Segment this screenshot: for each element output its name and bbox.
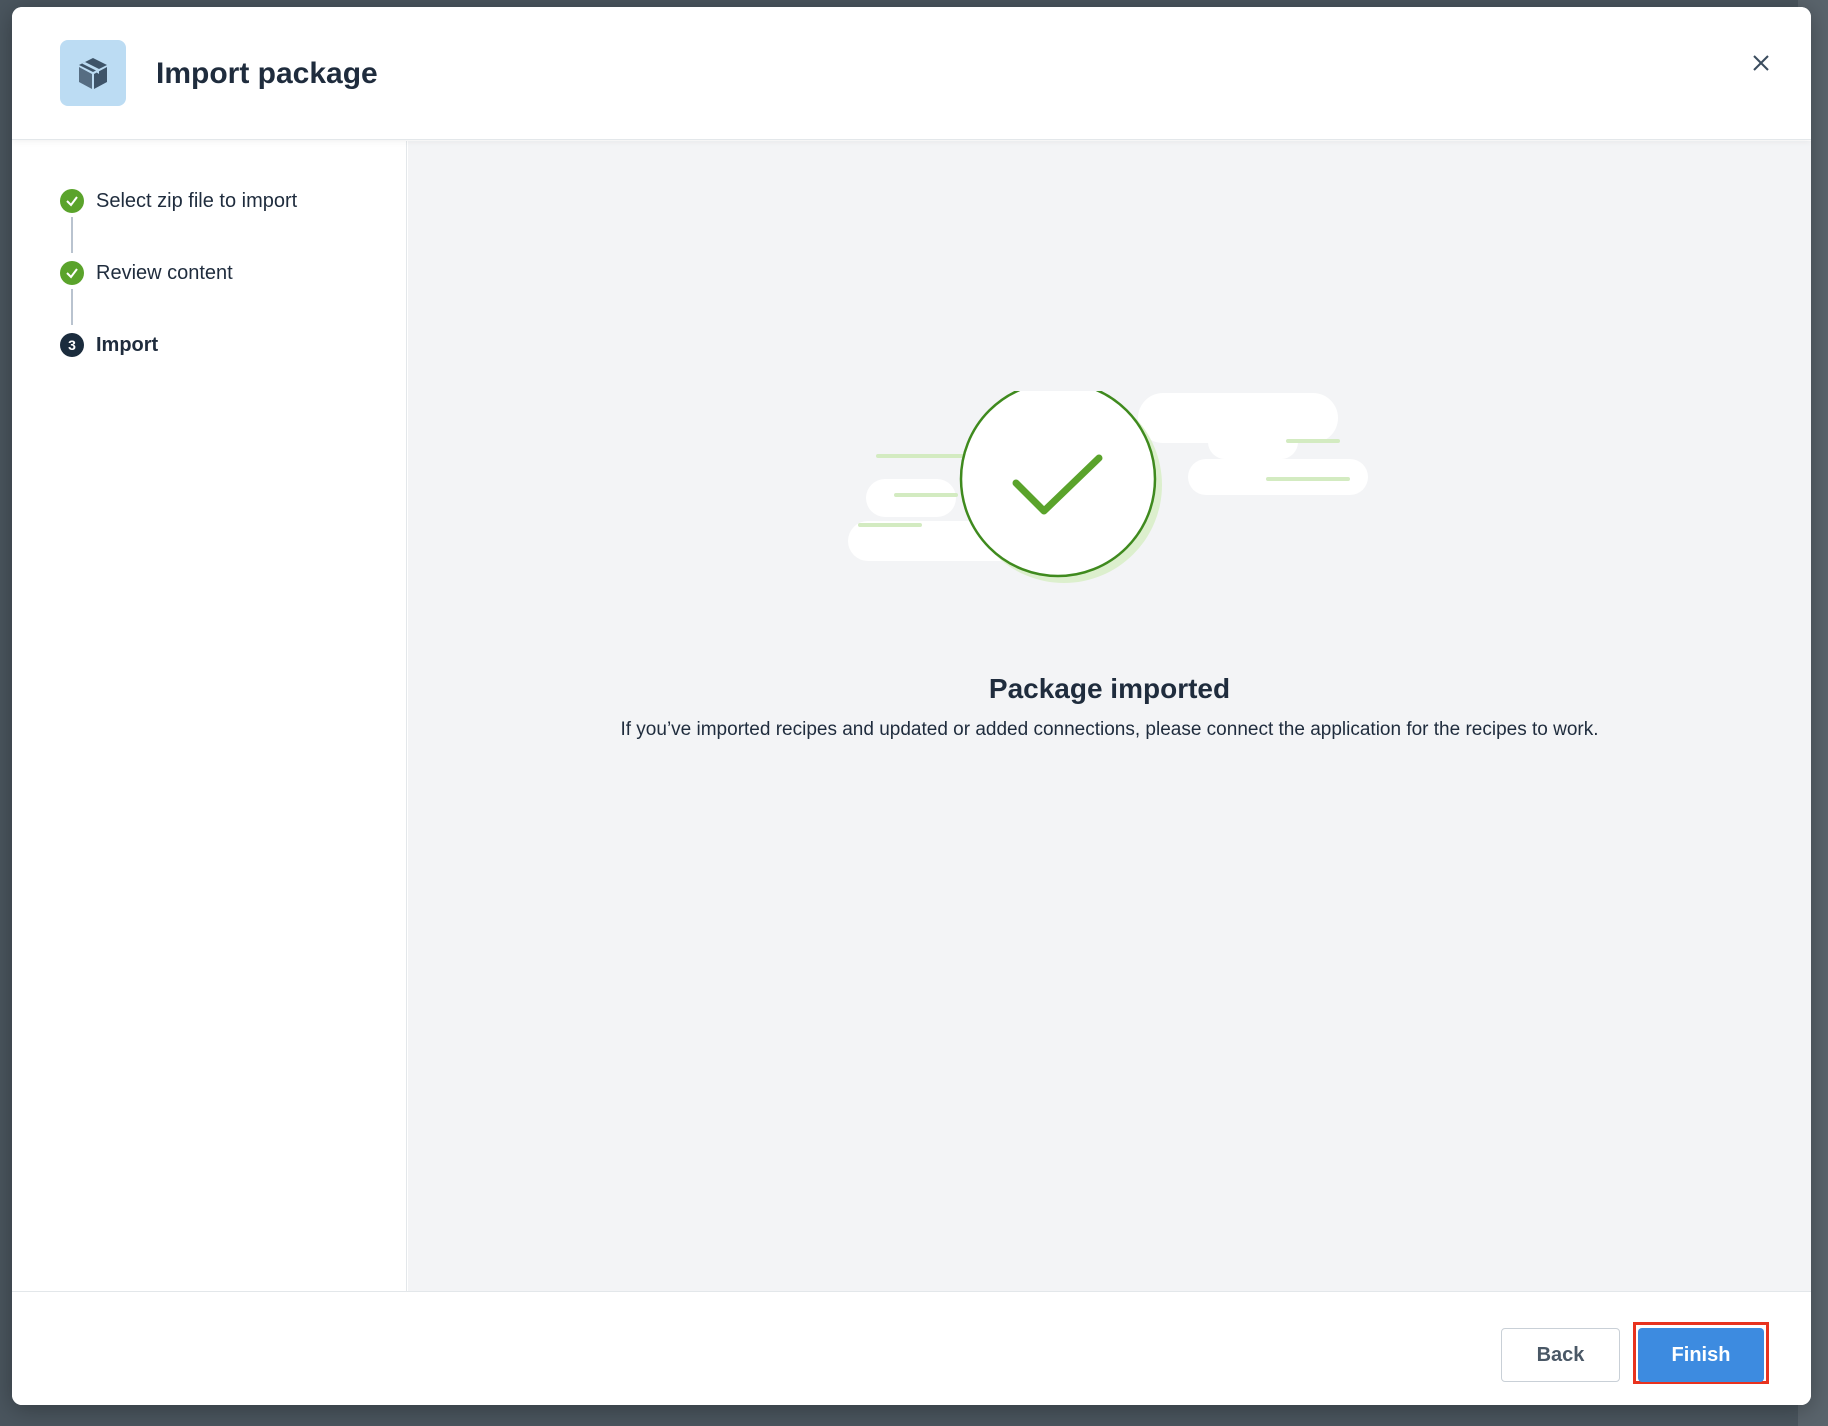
step-label: Review content	[96, 261, 233, 284]
step-import: 3 Import	[60, 333, 158, 357]
success-check-icon	[848, 380, 1408, 601]
step-label: Select zip file to import	[96, 189, 298, 212]
steps-sidebar: Select zip file to import Review content…	[12, 141, 407, 1291]
finish-button[interactable]: Finish	[1638, 1328, 1764, 1382]
check-circle-icon	[60, 261, 84, 285]
import-package-dialog: Import package Select zip file to import…	[12, 7, 1811, 1405]
step-label: Import	[96, 333, 159, 356]
result-description: If you’ve imported recipes and updated o…	[620, 719, 1599, 740]
result-title: Package imported	[988, 673, 1231, 704]
dialog-header: Import package	[12, 7, 1811, 140]
check-circle-icon	[60, 189, 84, 213]
close-icon[interactable]	[1747, 49, 1775, 77]
package-icon	[60, 40, 126, 106]
step-review-content: Review content	[60, 261, 233, 285]
dialog-title: Import package	[156, 57, 378, 90]
dialog-footer: Back Finish	[12, 1291, 1811, 1405]
back-button[interactable]: Back	[1501, 1328, 1620, 1382]
step-number-badge: 3	[60, 333, 84, 357]
step-connector	[71, 289, 73, 325]
import-result-panel: Package imported If you’ve imported reci…	[408, 141, 1811, 1291]
step-connector	[71, 217, 73, 253]
step-select-zip: Select zip file to import	[60, 189, 297, 213]
